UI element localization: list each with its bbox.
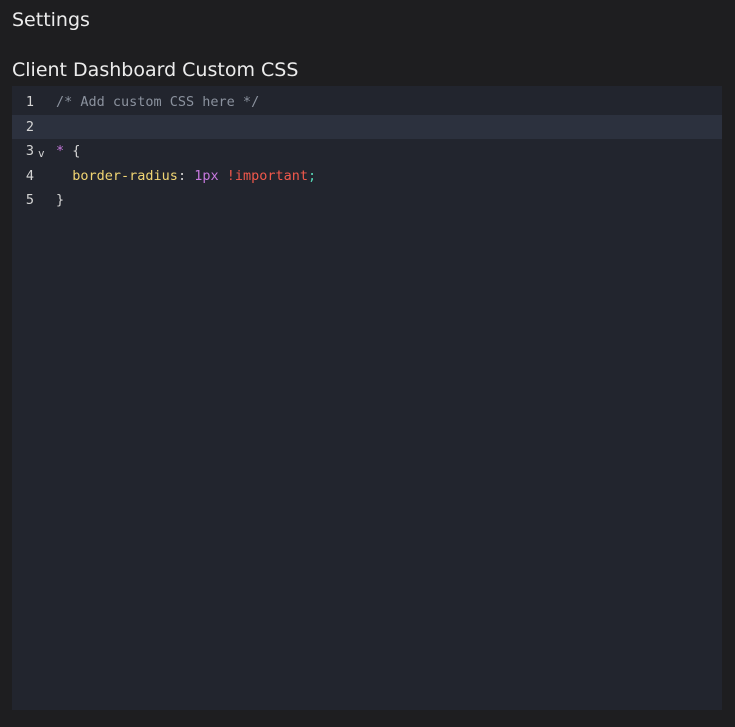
css-comment: /* Add custom CSS here */	[56, 94, 260, 110]
css-space	[219, 168, 227, 184]
code-line-2[interactable]: 2	[12, 115, 722, 139]
code-line-3[interactable]: 3 v * {	[12, 139, 722, 163]
line-number: 3	[25, 143, 34, 159]
code-text[interactable]: * {	[56, 139, 80, 163]
page-title: Settings	[12, 9, 90, 31]
css-selector: *	[56, 143, 65, 159]
section-title: Client Dashboard Custom CSS	[12, 59, 299, 81]
css-value-number: 1px	[194, 168, 219, 184]
css-colon: :	[177, 168, 195, 184]
css-important: !important	[226, 168, 309, 184]
code-text[interactable]: border-radius: 1px !important;	[56, 164, 316, 188]
code-line-4[interactable]: 4 border-radius: 1px !important;	[12, 164, 722, 188]
line-number: 5	[25, 192, 34, 208]
css-open-brace: {	[72, 143, 81, 159]
css-close-brace: }	[56, 192, 65, 208]
code-line-5[interactable]: 5 }	[12, 188, 722, 212]
code-text[interactable]: /* Add custom CSS here */	[56, 90, 259, 114]
css-semicolon: ;	[308, 168, 317, 184]
line-number: 1	[25, 94, 34, 110]
css-code-editor[interactable]: 1 /* Add custom CSS here */ 2 3 v * { 4 …	[12, 86, 722, 710]
chevron-down-icon[interactable]: v	[38, 142, 45, 166]
line-number: 2	[25, 119, 34, 135]
code-text[interactable]: }	[56, 188, 64, 212]
css-property: border-radius	[72, 168, 178, 184]
code-line-1[interactable]: 1 /* Add custom CSS here */	[12, 90, 722, 114]
line-number: 4	[25, 168, 34, 184]
